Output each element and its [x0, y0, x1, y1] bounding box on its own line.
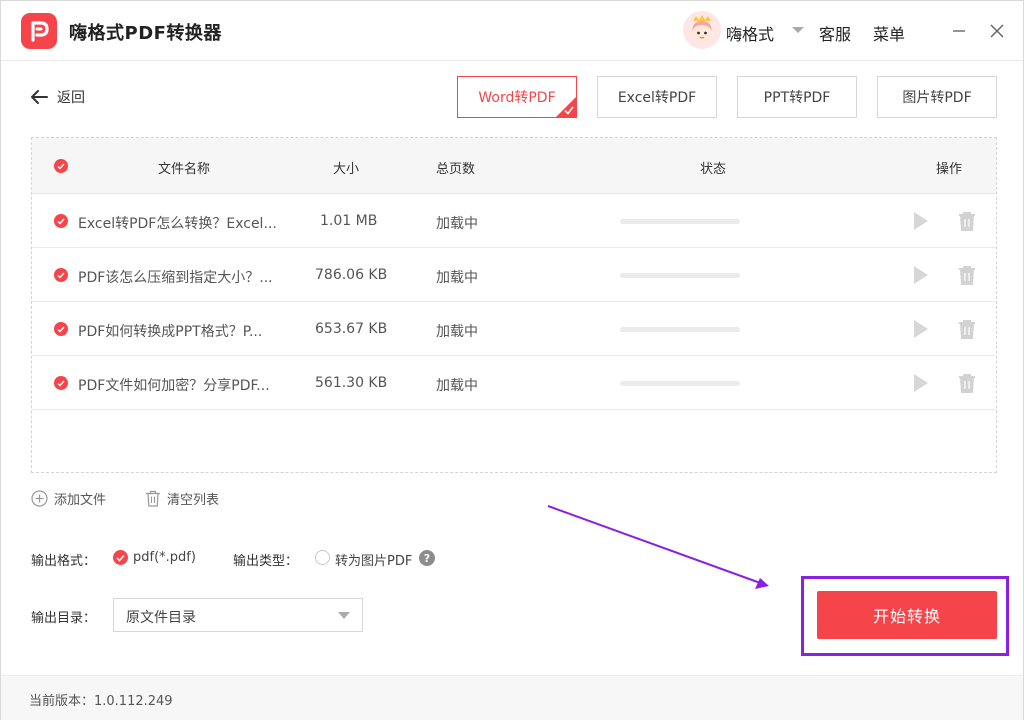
file-pages: 加载中 [436, 270, 478, 286]
trash-icon[interactable] [958, 265, 976, 285]
table-row: Excel转PDF怎么转换？Excel... 1.01 MB 加载中 [32, 194, 996, 248]
tab-ppt-to-pdf[interactable]: PPT转PDF [737, 76, 857, 118]
annotation-arrow-icon [547, 505, 769, 589]
app-logo-icon [21, 13, 57, 49]
help-icon[interactable]: ? [419, 550, 435, 566]
add-file-label: 添加文件 [54, 493, 107, 508]
file-pages: 加载中 [436, 216, 478, 232]
table-row: PDF如何转换成PPT格式？P... 653.67 KB 加载中 [32, 302, 996, 356]
trash-icon[interactable] [958, 373, 976, 393]
trash-outline-icon [146, 490, 160, 507]
tab-label: 图片转PDF [902, 90, 972, 106]
chevron-down-icon [338, 612, 350, 619]
format-pdf-label[interactable]: pdf(*.pdf) [133, 550, 196, 565]
trash-icon[interactable] [958, 211, 976, 231]
output-dir-value: 原文件目录 [126, 610, 196, 626]
header-size: 大小 [333, 162, 360, 177]
play-icon[interactable] [914, 266, 928, 284]
play-icon[interactable] [914, 320, 928, 338]
clear-list-button[interactable]: 清空列表 [145, 489, 219, 508]
row-checkbox[interactable] [54, 268, 68, 282]
back-label: 返回 [57, 90, 85, 106]
table-header: 文件名称 大小 总页数 状态 操作 [32, 138, 996, 194]
title-bar: 嗨格式PDF转换器 嗨格式 客服 菜单 [1, 1, 1023, 61]
play-icon[interactable] [914, 374, 928, 392]
tab-image-to-pdf[interactable]: 图片转PDF [877, 76, 997, 118]
progress-bar [620, 219, 740, 224]
app-window: 嗨格式PDF转换器 嗨格式 客服 菜单 返回 Word转PDF Excel转PD… [0, 0, 1024, 720]
trash-icon[interactable] [958, 319, 976, 339]
tab-label: Excel转PDF [617, 90, 697, 106]
select-all-checkbox[interactable] [54, 159, 68, 173]
tab-label: Word转PDF [478, 90, 556, 106]
chevron-down-icon[interactable] [792, 27, 804, 33]
file-list-panel: 文件名称 大小 总页数 状态 操作 Excel转PDF怎么转换？Excel...… [31, 137, 997, 473]
clear-list-label: 清空列表 [167, 493, 220, 508]
output-dir-select[interactable]: 原文件目录 [113, 598, 363, 632]
table-row: PDF该怎么压缩到指定大小？... 786.06 KB 加载中 [32, 248, 996, 302]
file-size: 786.06 KB [315, 267, 388, 283]
output-dir-label: 输出目录： [31, 611, 97, 626]
header-status: 状态 [700, 162, 727, 177]
status-bar: 当前版本：1.0.112.249 [1, 675, 1023, 720]
file-name: PDF文件如何加密？分享PDF... [78, 378, 270, 394]
header-action: 操作 [936, 162, 963, 177]
file-size: 561.30 KB [315, 375, 388, 391]
table-row: PDF文件如何加密？分享PDF... 561.30 KB 加载中 [32, 356, 996, 410]
progress-bar [620, 327, 740, 332]
image-pdf-radio[interactable] [315, 550, 330, 565]
minimize-button[interactable] [947, 19, 971, 43]
file-size: 653.67 KB [315, 321, 388, 337]
version-text: 当前版本：1.0.112.249 [29, 694, 173, 709]
file-name: PDF如何转换成PPT格式？P... [78, 324, 263, 340]
row-checkbox[interactable] [54, 214, 68, 228]
format-pdf-radio[interactable] [113, 550, 128, 565]
file-size: 1.01 MB [320, 213, 378, 229]
close-icon [990, 24, 1004, 38]
arrow-left-icon [31, 90, 48, 104]
add-file-button[interactable]: 添加文件 [31, 489, 106, 508]
output-type-label: 输出类型： [233, 554, 299, 569]
check-icon [564, 106, 574, 115]
app-title: 嗨格式PDF转换器 [69, 23, 222, 44]
start-convert-button[interactable]: 开始转换 [817, 591, 997, 639]
file-name: PDF该怎么压缩到指定大小？... [78, 270, 273, 286]
tab-word-to-pdf[interactable]: Word转PDF [457, 76, 577, 118]
play-icon[interactable] [914, 212, 928, 230]
output-format-label: 输出格式： [31, 554, 97, 569]
row-checkbox[interactable] [54, 376, 68, 390]
tab-excel-to-pdf[interactable]: Excel转PDF [597, 76, 717, 118]
file-name: Excel转PDF怎么转换？Excel... [78, 216, 277, 232]
username[interactable]: 嗨格式 [726, 21, 774, 45]
header-pages: 总页数 [436, 162, 476, 177]
file-pages: 加载中 [436, 324, 478, 340]
progress-bar [620, 381, 740, 386]
minimize-icon [953, 30, 965, 32]
progress-bar [620, 273, 740, 278]
file-pages: 加载中 [436, 378, 478, 394]
plus-circle-icon [31, 490, 48, 507]
row-checkbox[interactable] [54, 322, 68, 336]
tab-label: PPT转PDF [763, 90, 831, 106]
back-button[interactable]: 返回 [29, 87, 85, 107]
close-button[interactable] [985, 19, 1009, 43]
user-avatar[interactable] [683, 11, 721, 49]
header-file-name: 文件名称 [158, 162, 211, 177]
menu-link[interactable]: 菜单 [873, 21, 905, 45]
customer-service-link[interactable]: 客服 [819, 21, 851, 45]
image-pdf-label[interactable]: 转为图片PDF [335, 550, 412, 569]
